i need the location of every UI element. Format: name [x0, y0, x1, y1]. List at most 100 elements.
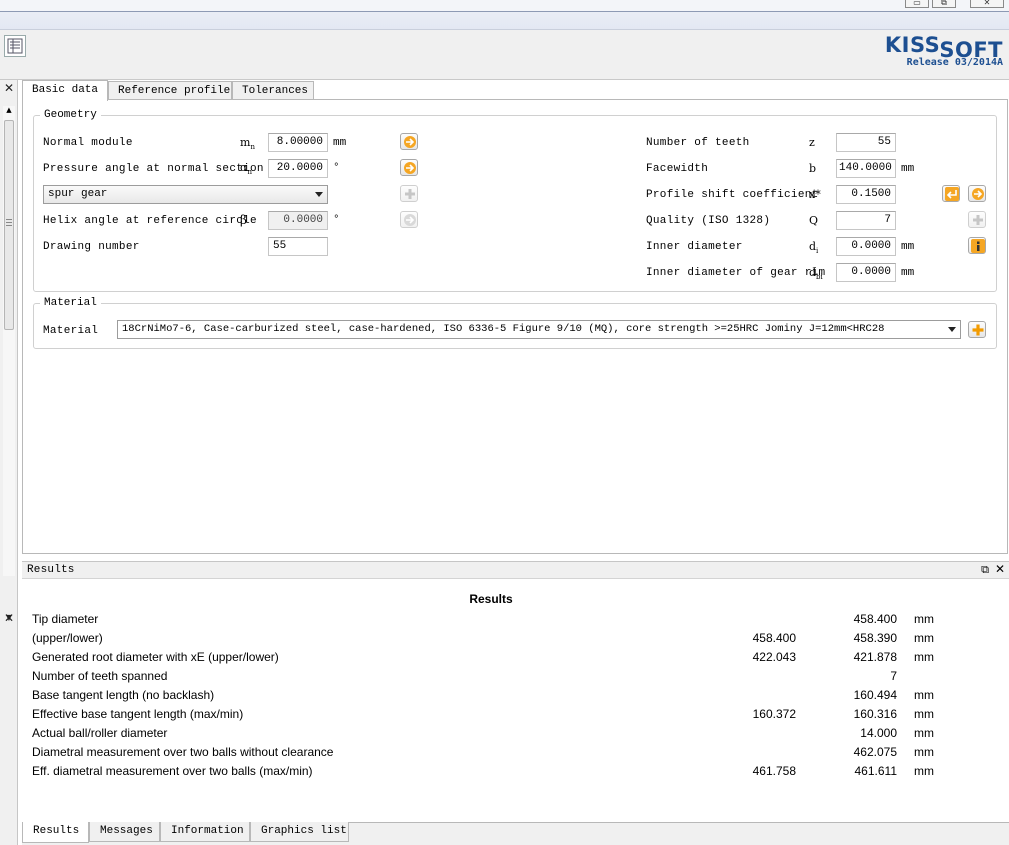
result-value-2: 160.494	[853, 688, 897, 702]
sizing-button-module[interactable]	[400, 133, 418, 150]
material-select[interactable]: 18CrNiMo7-6, Case-carburized steel, case…	[117, 320, 961, 339]
tab-graphics-list[interactable]: Graphics list	[250, 822, 349, 842]
kisssoft-logo: KISSSOFT Release 03/2014A	[885, 33, 1003, 68]
quality-symbol: Q	[809, 214, 819, 227]
result-label: Actual ball/roller diameter	[32, 726, 168, 740]
material-legend: Material	[44, 297, 97, 309]
helix-angle-unit: °	[333, 214, 340, 226]
return-arrow-icon	[945, 187, 959, 201]
result-value-2: 160.316	[853, 707, 897, 721]
result-value-2: 461.611	[854, 764, 898, 778]
result-row: Base tangent length (no backlash) 160.494…	[32, 688, 992, 706]
result-unit: mm	[914, 612, 934, 626]
result-unit: mm	[914, 688, 934, 702]
drawing-number-label: Drawing number	[43, 241, 140, 253]
result-row: Eff. diametral measurement over two ball…	[32, 764, 992, 782]
result-value-2: 421.878	[853, 650, 897, 664]
result-value-1: 160.372	[752, 707, 796, 721]
result-value-1: 458.400	[752, 631, 796, 645]
normal-module-input[interactable]: 8.00000	[268, 133, 328, 152]
result-label: Generated root diameter with xE (upper/l…	[32, 650, 279, 664]
geometry-legend: Geometry	[44, 109, 97, 121]
toolbar	[0, 30, 1009, 80]
result-value-2: 458.400	[853, 612, 897, 626]
teeth-label: Number of teeth	[646, 137, 750, 149]
material-label: Material	[43, 325, 99, 337]
sizing-button-profile-shift[interactable]	[968, 185, 986, 202]
inner-rim-input[interactable]: 0.0000	[836, 263, 896, 282]
close-panel-icon[interactable]: ✕	[2, 82, 16, 96]
info-button[interactable]	[968, 237, 986, 254]
pressure-angle-unit: °	[333, 162, 340, 174]
sizing-arrow-icon	[404, 136, 416, 148]
result-value-2: 458.390	[853, 631, 897, 645]
add-material-button[interactable]	[968, 321, 986, 338]
inner-diameter-symbol: di	[809, 240, 819, 256]
result-label: Eff. diametral measurement over two ball…	[32, 764, 313, 778]
normal-module-label: Normal module	[43, 137, 133, 149]
material-value: 18CrNiMo7-6, Case-carburized steel, case…	[122, 323, 885, 335]
result-value-2: 7	[890, 669, 897, 683]
result-value-2: 14.000	[860, 726, 897, 740]
profile-shift-input[interactable]: 0.1500	[836, 185, 896, 204]
profile-shift-convert-button[interactable]	[942, 185, 960, 202]
inner-rim-unit: mm	[901, 267, 915, 279]
close-results-panel-icon[interactable]: ✕	[2, 612, 16, 626]
chevron-down-icon	[948, 327, 956, 332]
teeth-input[interactable]: 55	[836, 133, 896, 152]
pressure-angle-label: Pressure angle at normal section	[43, 163, 264, 175]
result-unit: mm	[914, 726, 934, 740]
sizing-button-pressure-angle[interactable]	[400, 159, 418, 176]
scroll-up-icon[interactable]: ▲	[3, 106, 15, 116]
pressure-angle-symbol: αn	[240, 161, 252, 177]
tab-results[interactable]: Results	[22, 822, 89, 843]
quality-input[interactable]: 7	[836, 211, 896, 230]
plus-icon	[973, 215, 983, 225]
tab-information[interactable]: Information	[160, 822, 250, 842]
facewidth-unit: mm	[901, 163, 915, 175]
logo-kiss: KISS	[884, 33, 940, 57]
drawing-number-input[interactable]: 55	[268, 237, 328, 256]
helix-angle-label: Helix angle at reference circle	[43, 215, 257, 227]
undock-icon[interactable]: ⧉	[981, 563, 989, 577]
sizing-arrow-icon	[404, 214, 416, 226]
result-unit: mm	[914, 650, 934, 664]
result-unit: mm	[914, 764, 934, 778]
result-value-1: 422.043	[752, 650, 796, 664]
tab-messages[interactable]: Messages	[89, 822, 160, 842]
result-value-2: 462.075	[853, 745, 897, 759]
helix-angle-input[interactable]: 0.0000	[268, 211, 328, 230]
result-label: Number of teeth spanned	[32, 669, 168, 683]
scrollbar-thumb[interactable]	[4, 120, 14, 330]
minimize-icon[interactable]: ▭	[905, 0, 929, 8]
tab-reference-profile[interactable]: Reference profile	[108, 81, 232, 101]
inner-diameter-label: Inner diameter	[646, 241, 743, 253]
gear-type-value: spur gear	[48, 188, 108, 200]
result-unit: mm	[914, 707, 934, 721]
inner-diameter-unit: mm	[901, 241, 915, 253]
teeth-symbol: z	[809, 136, 815, 149]
facewidth-input[interactable]: 140.0000	[836, 159, 896, 178]
result-label: Tip diameter	[32, 612, 99, 626]
add-button-disabled	[400, 185, 418, 202]
result-label: Base tangent length (no backlash)	[32, 688, 215, 702]
gear-type-select[interactable]: spur gear	[43, 185, 328, 204]
result-label: (upper/lower)	[32, 631, 103, 645]
close-window-icon[interactable]: ✕	[970, 0, 1004, 8]
pressure-angle-input[interactable]: 20.0000	[268, 159, 328, 178]
inner-diameter-input[interactable]: 0.0000	[836, 237, 896, 256]
result-unit: mm	[914, 745, 934, 759]
result-row: Effective base tangent length (max/min) 1…	[32, 707, 992, 725]
result-label: Effective base tangent length (max/min)	[32, 707, 244, 721]
close-icon[interactable]: ✕	[995, 562, 1005, 576]
result-row: Actual ball/roller diameter 14.000 mm	[32, 726, 992, 744]
tab-tolerances[interactable]: Tolerances	[232, 81, 314, 101]
normal-module-symbol: mn	[240, 136, 255, 152]
module-tree-icon[interactable]	[4, 35, 26, 57]
title-strip: ▭ ⧉ ✕	[0, 0, 1009, 30]
tab-basic-data[interactable]: Basic data	[22, 80, 108, 101]
result-label: Diametral measurement over two balls wit…	[32, 745, 334, 759]
helix-angle-symbol: β	[240, 213, 247, 227]
restore-icon[interactable]: ⧉	[932, 0, 956, 8]
chevron-down-icon	[315, 192, 323, 197]
